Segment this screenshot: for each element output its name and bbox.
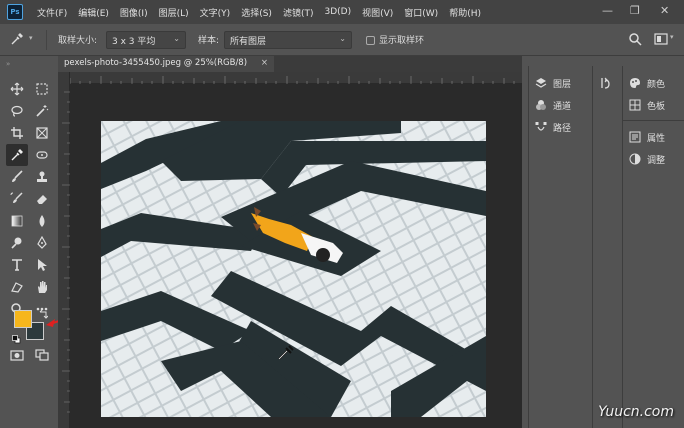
magic-wand-tool-icon[interactable]: [31, 100, 53, 122]
sample-size-label: 取样大小:: [58, 36, 98, 46]
foreground-color-swatch[interactable]: [14, 310, 32, 328]
paths-label: 路径: [553, 123, 572, 134]
channels-icon: [536, 100, 546, 110]
adjustments-label: 调整: [647, 155, 666, 166]
document-tab-title: pexels-photo-3455450.jpeg @ 25%(RGB/8): [64, 58, 248, 68]
history-brush-tool-icon[interactable]: [6, 188, 28, 210]
document-tab[interactable]: pexels-photo-3455450.jpeg @ 25%(RGB/8) ×: [58, 56, 274, 72]
paths-panel-tab[interactable]: 路径: [535, 118, 571, 136]
menu-edit[interactable]: 编辑(E): [78, 6, 109, 19]
properties-icon: [629, 131, 641, 143]
brush-tool-icon[interactable]: [6, 166, 28, 188]
move-tool-icon[interactable]: [6, 78, 28, 100]
panel-dock-history: [592, 66, 620, 428]
sample-size-value: 3 x 3 平均: [112, 37, 156, 47]
eyedropper-tool-icon[interactable]: [6, 144, 28, 166]
document-image[interactable]: [101, 121, 486, 417]
menu-file[interactable]: 文件(F): [37, 6, 67, 19]
menu-select[interactable]: 选择(S): [241, 6, 272, 19]
gradient-tool-icon[interactable]: [6, 210, 28, 232]
adjustments-icon: [629, 153, 641, 165]
layers-panel-tab[interactable]: 图层: [535, 74, 571, 92]
chevron-down-icon: ⌄: [339, 34, 346, 43]
search-icon[interactable]: [628, 32, 642, 49]
menu-layer[interactable]: 图层(L): [159, 6, 189, 19]
dodge-tool-icon[interactable]: [6, 232, 28, 254]
channels-label: 通道: [553, 101, 572, 112]
ruler-vertical[interactable]: [58, 72, 70, 428]
menu-3d[interactable]: 3D(D): [324, 7, 351, 17]
menu-window[interactable]: 窗口(W): [404, 6, 438, 19]
menu-view[interactable]: 视图(V): [362, 6, 393, 19]
layers-icon: [535, 78, 547, 88]
workspace-icon[interactable]: [654, 33, 668, 48]
shape-tool-icon[interactable]: [6, 276, 28, 298]
channels-panel-tab[interactable]: 通道: [535, 96, 571, 114]
options-bar: ▾ 取样大小: 3 x 3 平均 ⌄ 样本: 所有图层 ⌄ 显示取样环 ▾: [0, 24, 684, 56]
ruler-horizontal[interactable]: [70, 72, 522, 84]
tools-panel: »: [0, 60, 81, 370]
menu-filter[interactable]: 滤镜(T): [283, 6, 314, 19]
close-button[interactable]: ✕: [660, 4, 669, 17]
minimize-button[interactable]: —: [602, 4, 613, 17]
sample-value: 所有图层: [230, 37, 267, 47]
show-ring-checkbox[interactable]: [366, 36, 375, 45]
panel-dock-layers: 图层 通道 路径: [528, 66, 590, 428]
color-panel-tab[interactable]: 颜色: [629, 74, 665, 92]
menu-type[interactable]: 文字(Y): [200, 6, 231, 19]
tile-floor-photo: [101, 121, 486, 417]
sample-size-dropdown[interactable]: 3 x 3 平均 ⌄: [106, 31, 186, 49]
close-tab-icon[interactable]: ×: [261, 58, 268, 68]
panel-dock-color: 颜色 色板 属性 调整: [622, 66, 684, 428]
sample-label: 样本:: [198, 36, 220, 46]
workspace-chevron-icon[interactable]: ▾: [670, 33, 674, 41]
lasso-tool-icon[interactable]: [6, 100, 28, 122]
menu-image[interactable]: 图像(I): [120, 6, 148, 19]
marquee-tool-icon[interactable]: [31, 78, 53, 100]
eyedropper-preset-icon[interactable]: [10, 32, 24, 49]
quick-mask-icon[interactable]: [6, 344, 28, 366]
photoshop-logo: Ps: [7, 4, 23, 20]
paths-icon: [535, 122, 547, 131]
watermark: Yuucn.com: [598, 404, 674, 420]
adjustments-panel-tab[interactable]: 调整: [629, 150, 665, 168]
frame-tool-icon[interactable]: [31, 122, 53, 144]
sample-dropdown[interactable]: 所有图层 ⌄: [224, 31, 352, 49]
menu-help[interactable]: 帮助(H): [449, 6, 481, 19]
properties-panel-tab[interactable]: 属性: [629, 128, 665, 146]
blur-tool-icon[interactable]: [31, 210, 53, 232]
preset-chevron-icon[interactable]: ▾: [29, 34, 33, 42]
collapse-icon[interactable]: »: [6, 60, 10, 68]
eraser-tool-icon[interactable]: [31, 188, 53, 210]
menu-bar: Ps 文件(F) 编辑(E) 图像(I) 图层(L) 文字(Y) 选择(S) 滤…: [0, 0, 684, 24]
layers-label: 图层: [553, 79, 572, 90]
type-tool-icon[interactable]: [6, 254, 28, 276]
properties-label: 属性: [647, 133, 666, 144]
clone-stamp-tool-icon[interactable]: [31, 166, 53, 188]
chevron-down-icon: ⌄: [173, 34, 180, 43]
color-icon: [630, 78, 640, 88]
history-icon[interactable]: [599, 76, 613, 93]
color-label: 颜色: [647, 79, 666, 90]
crop-tool-icon[interactable]: [6, 122, 28, 144]
restore-button[interactable]: ❐: [630, 4, 640, 17]
swatches-panel-tab[interactable]: 色板: [629, 96, 665, 114]
hand-tool-icon[interactable]: [31, 276, 53, 298]
screen-mode-icon[interactable]: [31, 344, 53, 366]
swatches-label: 色板: [647, 101, 666, 112]
swatches-icon: [629, 99, 641, 111]
path-selection-tool-icon[interactable]: [31, 254, 53, 276]
pen-tool-icon[interactable]: [31, 232, 53, 254]
spot-healing-tool-icon[interactable]: [31, 144, 53, 166]
show-ring-label: 显示取样环: [379, 36, 425, 46]
